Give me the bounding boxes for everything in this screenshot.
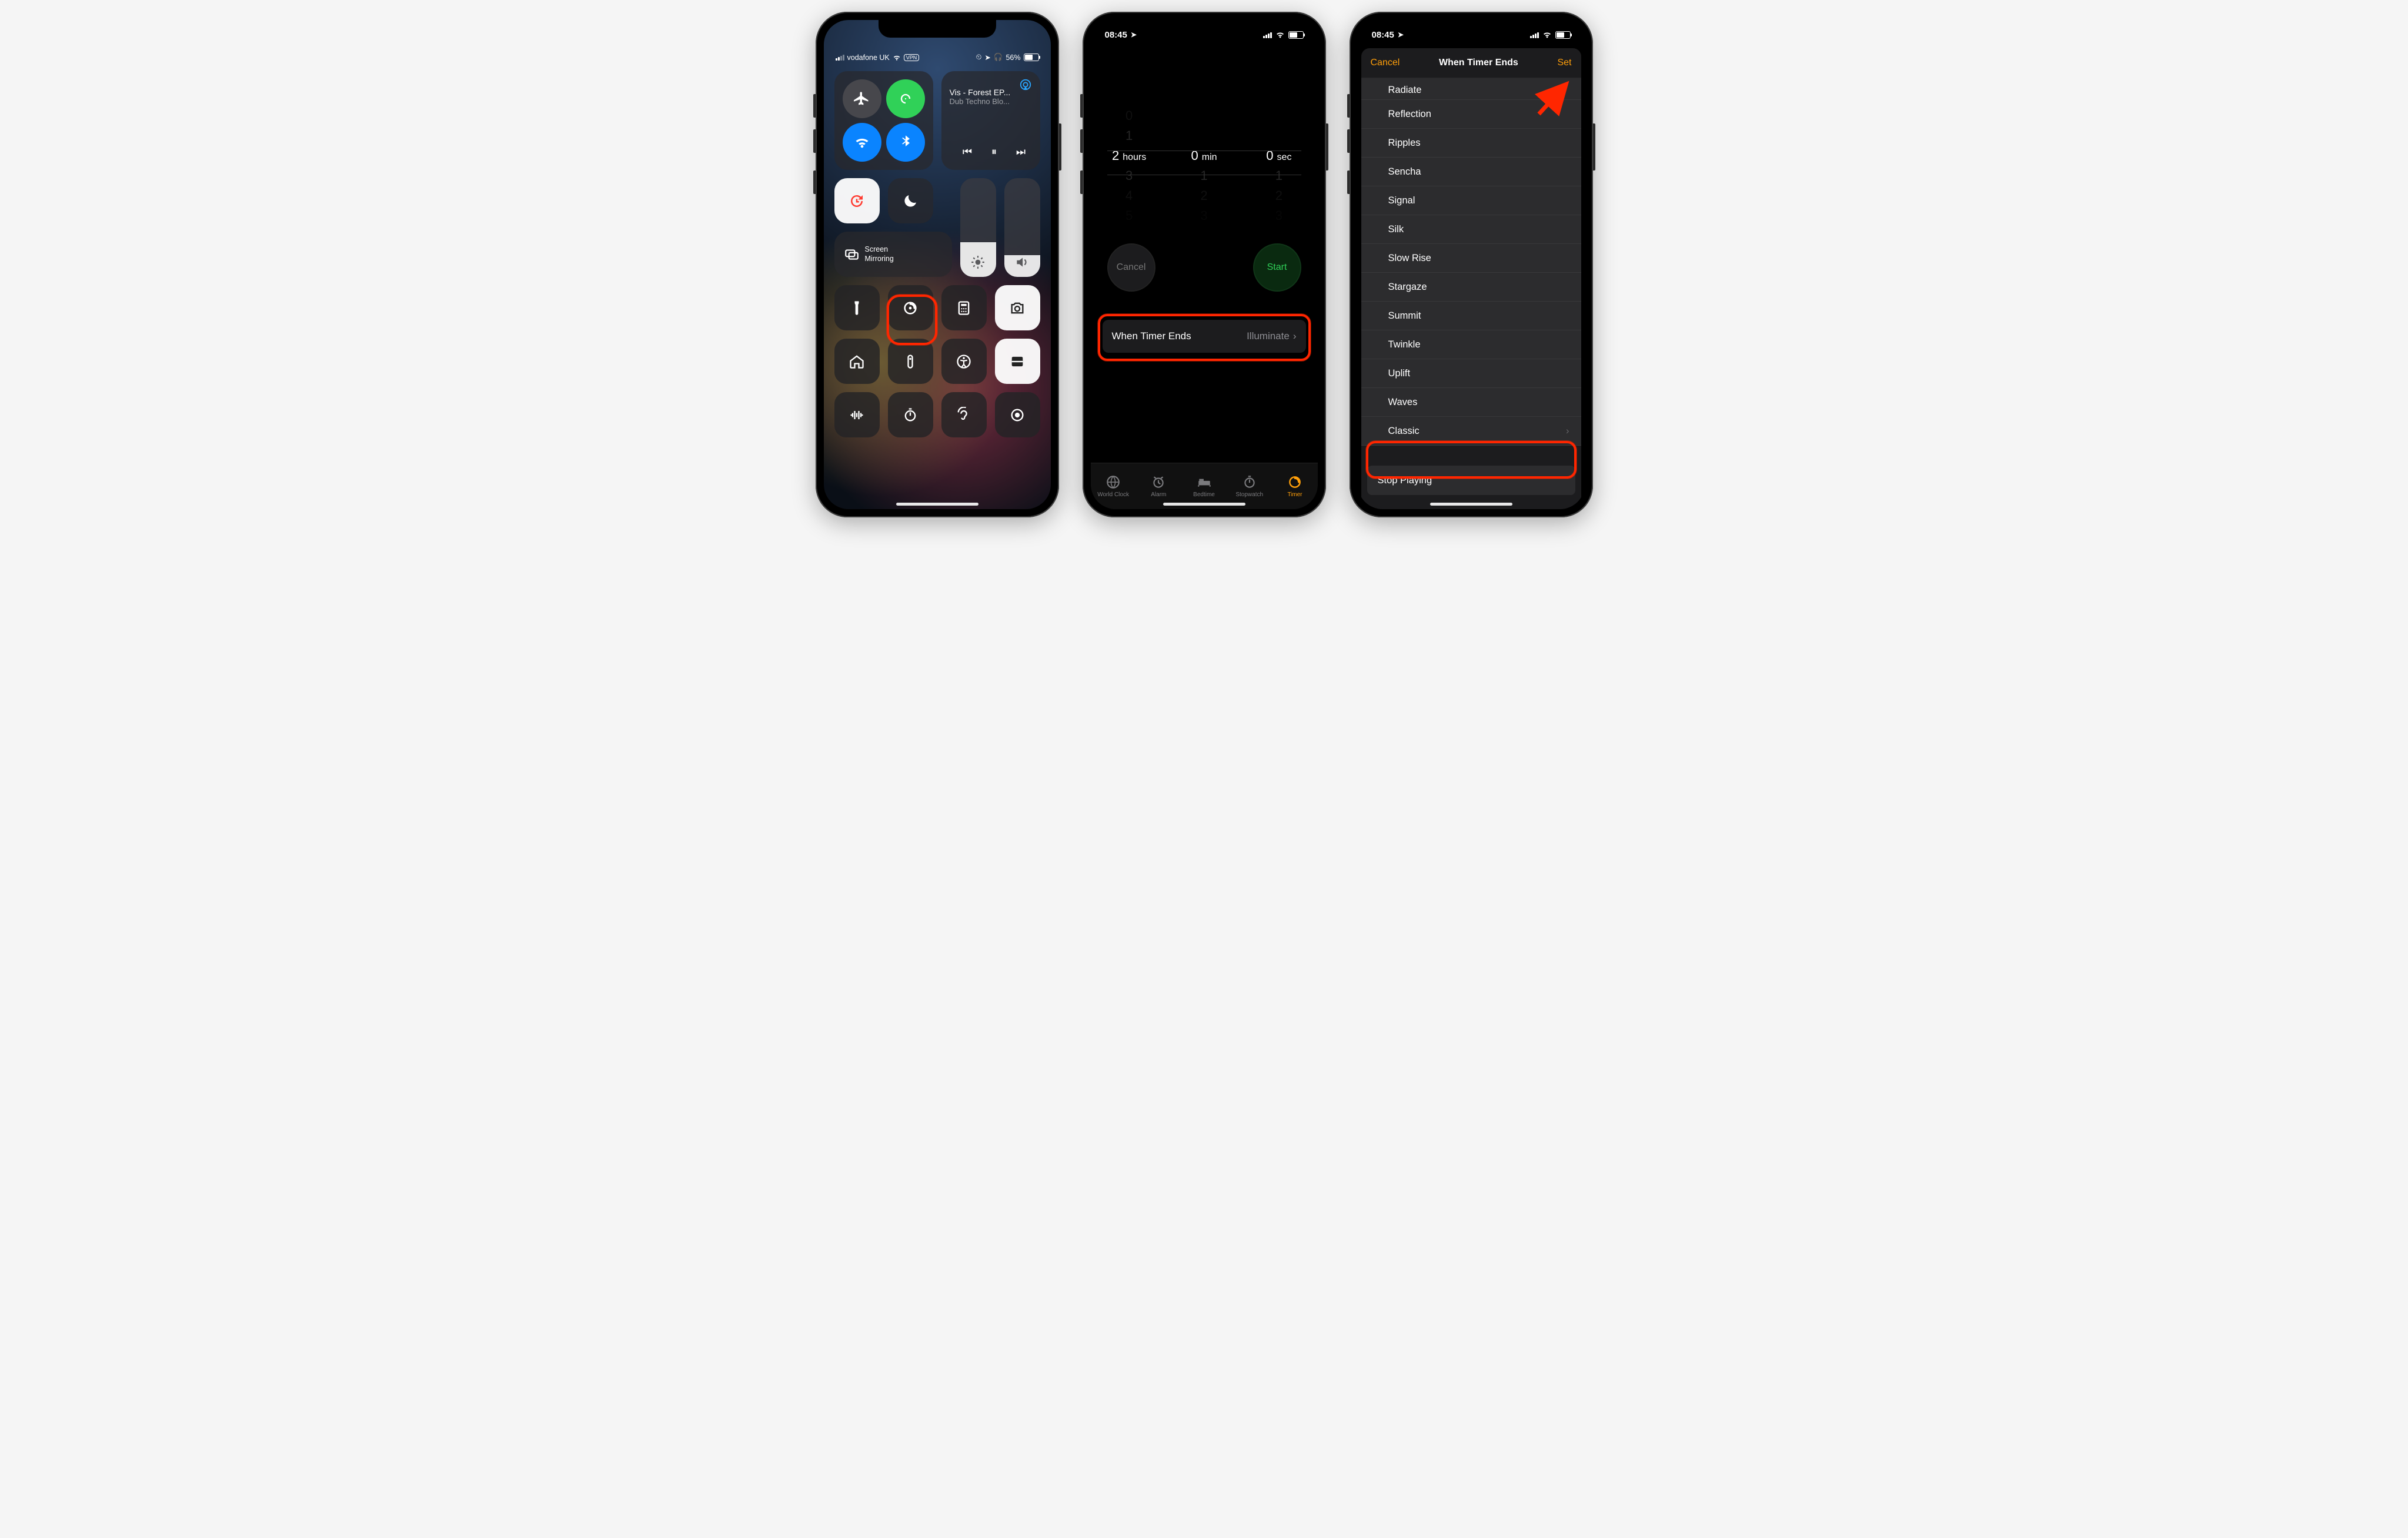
screen-record-button[interactable]	[995, 392, 1040, 437]
wifi-icon	[1542, 30, 1552, 39]
do-not-disturb-toggle[interactable]	[888, 178, 933, 223]
sound-option[interactable]: Summit	[1361, 302, 1581, 330]
seconds-value: 0	[1266, 148, 1273, 163]
wifi-icon	[893, 54, 901, 62]
vpn-badge: VPN	[904, 54, 920, 61]
stop-playing-option[interactable]: Stop Playing	[1367, 466, 1575, 495]
chevron-right-icon: ›	[1566, 426, 1569, 437]
control-center-status: vodafone UK VPN ⏲ ➤ 🎧 56%	[834, 53, 1040, 62]
sound-option[interactable]: Radiate	[1361, 78, 1581, 100]
sound-option[interactable]: Signal	[1361, 186, 1581, 215]
status-time: 08:45	[1372, 30, 1394, 40]
airplane-toggle[interactable]	[843, 79, 881, 118]
cancel-button[interactable]: Cancel	[1371, 58, 1400, 68]
home-indicator[interactable]	[1163, 503, 1245, 506]
utility-grid	[834, 285, 1040, 437]
status-time: 08:45	[1105, 30, 1127, 40]
sound-option[interactable]: Reflection	[1361, 100, 1581, 129]
wifi-icon	[1275, 30, 1285, 39]
cellular-toggle[interactable]	[886, 79, 925, 118]
notch	[1145, 20, 1263, 38]
when-timer-ends-row[interactable]: When Timer Ends Illuminate ›	[1103, 320, 1306, 353]
accessibility-button[interactable]	[941, 339, 987, 384]
phone-frame-control-center: vodafone UK VPN ⏲ ➤ 🎧 56%	[816, 12, 1059, 517]
set-button[interactable]: Set	[1557, 58, 1571, 68]
when-timer-ends-label: When Timer Ends	[1112, 330, 1191, 342]
alarm-indicator-icon: ⏲	[976, 53, 982, 62]
minutes-value: 0	[1191, 148, 1198, 163]
stopwatch-button[interactable]	[888, 392, 933, 437]
sound-list[interactable]: Radiate Reflection Ripples Sencha Signal…	[1361, 78, 1581, 503]
battery-icon	[1024, 54, 1039, 61]
media-next-button[interactable]: ⏭	[1016, 146, 1026, 158]
remote-button[interactable]	[888, 339, 933, 384]
sound-option[interactable]: Silk	[1361, 215, 1581, 244]
battery-percent: 56%	[1006, 54, 1020, 62]
sound-option[interactable]: Slow Rise	[1361, 244, 1581, 273]
brightness-icon	[970, 255, 986, 270]
sound-option[interactable]: Sencha	[1361, 158, 1581, 186]
sound-recognition-button[interactable]	[834, 392, 880, 437]
cancel-button[interactable]: Cancel	[1107, 243, 1155, 292]
airplay-icon[interactable]	[1019, 78, 1032, 91]
signal-icon	[1263, 32, 1272, 38]
timer-button[interactable]	[888, 285, 933, 330]
volume-icon	[1014, 255, 1030, 270]
when-timer-ends-value: Illuminate	[1247, 330, 1290, 342]
minutes-label: min	[1202, 152, 1217, 163]
media-subtitle: Dub Techno Blo...	[950, 97, 1032, 106]
chevron-right-icon: ›	[1293, 330, 1297, 342]
wallet-button[interactable]	[995, 339, 1040, 384]
wifi-toggle[interactable]	[843, 123, 881, 162]
location-icon: ➤	[1131, 31, 1137, 39]
phone-frame-sound-picker: 08:45 ➤ Cancel When Timer Ends Set Radia…	[1350, 12, 1593, 517]
media-pause-button[interactable]: ⏸	[991, 146, 997, 158]
sound-option[interactable]: Uplift	[1361, 359, 1581, 388]
sound-option[interactable]: Ripples	[1361, 129, 1581, 158]
sound-option-classic[interactable]: Classic ›	[1361, 417, 1581, 446]
carrier-label: vodafone UK	[847, 54, 890, 62]
now-playing-card[interactable]: Vis - Forest EP... Dub Techno Blo... ⏮ ⏸…	[941, 71, 1040, 170]
home-indicator[interactable]	[1430, 503, 1512, 506]
hours-label: hours	[1123, 152, 1146, 163]
duration-picker[interactable]: 0 1 2hours 3 4 5 0min 1 2 3 0sec 1 2 3	[1091, 108, 1318, 214]
signal-icon	[1530, 32, 1539, 38]
tab-world-clock[interactable]: World Clock	[1091, 463, 1136, 509]
orientation-lock-toggle[interactable]	[834, 178, 880, 223]
home-button[interactable]	[834, 339, 880, 384]
sound-option[interactable]: Twinkle	[1361, 330, 1581, 359]
bluetooth-toggle[interactable]	[886, 123, 925, 162]
tab-timer[interactable]: Timer	[1272, 463, 1317, 509]
sound-picker-sheet: Cancel When Timer Ends Set Radiate Refle…	[1361, 48, 1581, 509]
seconds-label: sec	[1277, 152, 1292, 163]
volume-slider[interactable]	[1004, 178, 1040, 277]
start-button[interactable]: Start	[1253, 243, 1301, 292]
flashlight-button[interactable]	[834, 285, 880, 330]
headphones-icon: 🎧	[994, 53, 1003, 62]
battery-icon	[1288, 31, 1304, 39]
notch	[1412, 20, 1530, 38]
screen-mirroring-button[interactable]: Screen Mirroring	[834, 232, 952, 277]
battery-icon	[1555, 31, 1571, 39]
sound-option[interactable]: Waves	[1361, 388, 1581, 417]
notch	[879, 20, 996, 38]
calculator-button[interactable]	[941, 285, 987, 330]
connectivity-card	[834, 71, 933, 170]
camera-button[interactable]	[995, 285, 1040, 330]
home-indicator[interactable]	[896, 503, 978, 506]
sound-option[interactable]: Stargaze	[1361, 273, 1581, 302]
hearing-button[interactable]	[941, 392, 987, 437]
location-icon: ➤	[1398, 31, 1404, 39]
brightness-slider[interactable]	[960, 178, 996, 277]
sheet-title: When Timer Ends	[1439, 58, 1518, 68]
phone-frame-timer: 08:45 ➤ 0 1 2hours 3 4 5 0min 1	[1083, 12, 1326, 517]
media-prev-button[interactable]: ⏮	[963, 146, 972, 158]
hours-value: 2	[1112, 148, 1119, 163]
location-icon: ➤	[984, 53, 990, 62]
screen-mirroring-label: Screen Mirroring	[865, 245, 894, 263]
